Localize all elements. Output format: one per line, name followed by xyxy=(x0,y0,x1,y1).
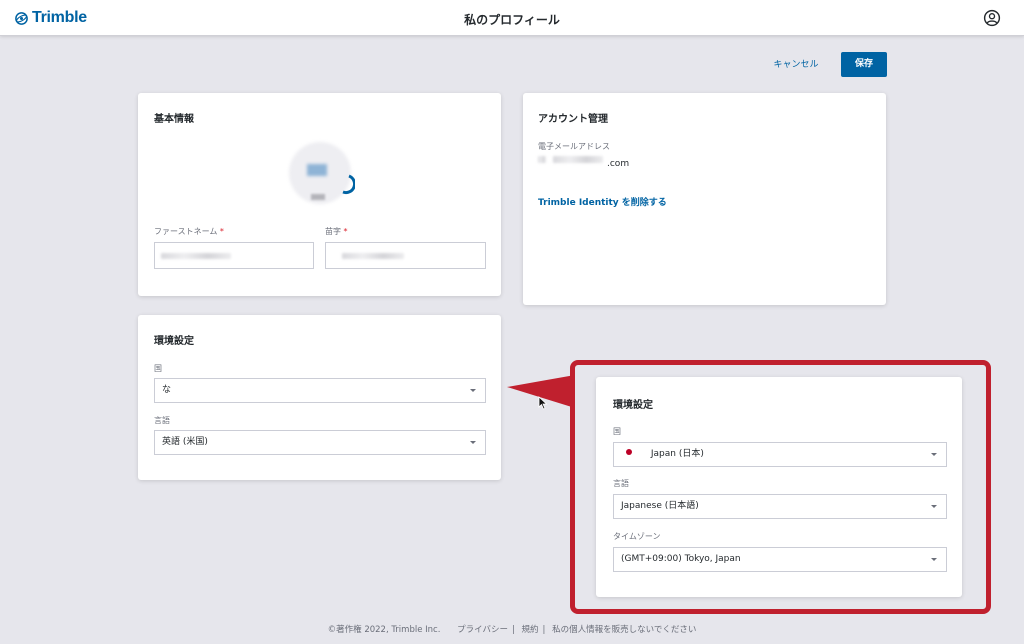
language-select[interactable]: 英語 (米国) xyxy=(154,430,486,455)
first-name-label-text: ファーストネーム xyxy=(154,227,218,236)
zoom-country-value: Japan (日本) xyxy=(650,449,704,459)
chevron-down-icon xyxy=(931,505,937,508)
mouse-cursor-icon xyxy=(538,396,548,410)
basic-info-title: 基本情報 xyxy=(154,114,194,125)
required-mark: * xyxy=(219,227,224,236)
zoom-country-select[interactable]: Japan (日本) xyxy=(613,442,947,467)
zoom-country-label: 国 xyxy=(613,427,621,436)
zoom-language-select[interactable]: Japanese (日本語) xyxy=(613,494,947,519)
last-name-label: 苗字 * xyxy=(325,226,348,237)
preferences-card-zoomed: 環境設定 国 Japan (日本) 言語 Japanese (日本語) タイムゾ… xyxy=(596,377,962,597)
required-mark: * xyxy=(343,227,348,236)
footer-separator: | xyxy=(511,625,515,635)
last-name-label-text: 苗字 xyxy=(325,227,341,236)
last-name-field[interactable] xyxy=(325,242,486,269)
footer: ©著作権 2022, Trimble Inc. プライバシー | 規約 | 私の個人… xyxy=(0,623,1024,635)
delete-identity-link[interactable]: Trimble Identity を削除する xyxy=(538,195,667,208)
first-name-field[interactable] xyxy=(154,242,314,269)
privacy-link[interactable]: プライバシー xyxy=(457,625,508,635)
page-title: 私のプロフィール xyxy=(464,13,560,27)
zoom-language-value: Japanese (日本語) xyxy=(621,501,699,511)
japan-flag-icon xyxy=(626,449,632,455)
country-value: な xyxy=(162,385,172,395)
copyright-text: ©著作権 2022, Trimble Inc. xyxy=(327,625,441,635)
chevron-down-icon xyxy=(931,453,937,456)
country-select[interactable]: な xyxy=(154,378,486,403)
avatar[interactable] xyxy=(285,138,355,210)
do-not-sell-link[interactable]: 私の個人情報を販売しないでください xyxy=(552,625,696,635)
first-name-label: ファーストネーム * xyxy=(154,226,224,237)
chevron-down-icon xyxy=(470,441,476,444)
chevron-down-icon xyxy=(470,389,476,392)
terms-link[interactable]: 規約 xyxy=(522,625,539,635)
user-circle-icon[interactable] xyxy=(983,9,1001,27)
language-label: 言語 xyxy=(154,416,170,425)
zoom-timezone-value: (GMT+09:00) Tokyo, Japan xyxy=(621,554,741,564)
zoom-language-label: 言語 xyxy=(613,479,629,488)
email-redacted xyxy=(553,156,603,163)
language-value: 英語 (米国) xyxy=(162,437,208,447)
basic-info-card: 基本情報 ファーストネーム * 苗字 * xyxy=(138,93,501,296)
chevron-down-icon xyxy=(931,558,937,561)
preferences-title: 環境設定 xyxy=(154,336,194,347)
account-card: アカウント管理 電子メールアドレス .com Trimble Identity … xyxy=(523,93,886,305)
footer-separator: | xyxy=(542,625,546,635)
email-label: 電子メールアドレス xyxy=(538,142,610,151)
account-title: アカウント管理 xyxy=(538,114,608,125)
country-label: 国 xyxy=(154,364,162,373)
email-value: .com xyxy=(607,159,630,169)
email-redacted xyxy=(538,156,546,163)
zoom-timezone-label: タイムゾーン xyxy=(613,532,661,541)
camera-edit-icon[interactable] xyxy=(337,174,355,196)
zoom-timezone-select[interactable]: (GMT+09:00) Tokyo, Japan xyxy=(613,547,947,572)
save-button[interactable]: 保存 xyxy=(841,52,887,77)
preferences-zoom-title: 環境設定 xyxy=(613,400,653,411)
top-bar: Trimble 私のプロフィール xyxy=(0,0,1024,36)
preferences-card: 環境設定 国 な 言語 英語 (米国) xyxy=(138,315,501,480)
cancel-button[interactable]: キャンセル xyxy=(764,54,828,76)
